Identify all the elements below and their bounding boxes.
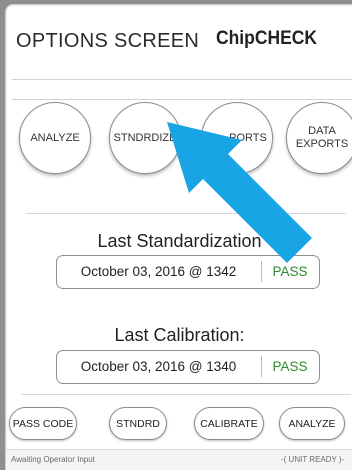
pass-code-button[interactable]: PASS CODE <box>9 407 77 440</box>
section-divider <box>26 213 346 214</box>
ports-circle-button[interactable]: PORTS <box>201 102 273 174</box>
status-message: Awaiting Operator Input <box>11 455 95 464</box>
header-divider <box>12 79 352 80</box>
options-screen-panel: OPTIONS SCREEN ChipCHECK ANALYZE STNDRDI… <box>5 4 352 470</box>
header-divider-lower <box>12 99 352 100</box>
calibrate-button[interactable]: CALIBRATE <box>194 407 264 440</box>
calibration-date-field: October 03, 2016 @ 1340 PASS <box>56 350 320 384</box>
standardization-date: October 03, 2016 @ 1342 <box>80 264 237 279</box>
last-calibration-title: Last Calibration: <box>114 325 245 345</box>
calibration-status: PASS <box>272 359 308 374</box>
status-bar: Awaiting Operator Input -( UNIT READY )- <box>6 449 352 470</box>
analyze-circle-button[interactable]: ANALYZE <box>19 102 91 174</box>
screen-title: OPTIONS SCREEN <box>16 30 200 52</box>
pass-code-label: PASS CODE <box>12 417 74 430</box>
calibration-date: October 03, 2016 @ 1340 <box>80 359 237 374</box>
analyze-label: ANALYZE <box>288 417 336 430</box>
analyze-button[interactable]: ANALYZE <box>279 407 345 440</box>
data-exports-circle-label: DATA EXPORTS <box>295 125 349 150</box>
stndrd-label: STNDRD <box>116 417 160 430</box>
standardize-circle-button[interactable]: STNDRDIZE <box>109 102 181 174</box>
stndrd-button[interactable]: STNDRD <box>109 407 167 440</box>
unit-status: -( UNIT READY )- <box>281 455 345 464</box>
bottom-divider <box>21 394 351 395</box>
standardization-date-field: October 03, 2016 @ 1342 PASS <box>56 255 320 289</box>
last-standardization-title: Last Standardization <box>97 231 262 251</box>
ports-circle-label: PORTS <box>229 131 267 144</box>
standardization-status: PASS <box>272 264 308 279</box>
data-exports-circle-button[interactable]: DATA EXPORTS <box>286 102 352 174</box>
analyze-circle-label: ANALYZE <box>30 131 80 144</box>
calibrate-label: CALIBRATE <box>200 417 258 430</box>
brand-logo: ChipCHECK <box>216 28 317 49</box>
standardize-circle-label: STNDRDIZE <box>113 131 177 144</box>
